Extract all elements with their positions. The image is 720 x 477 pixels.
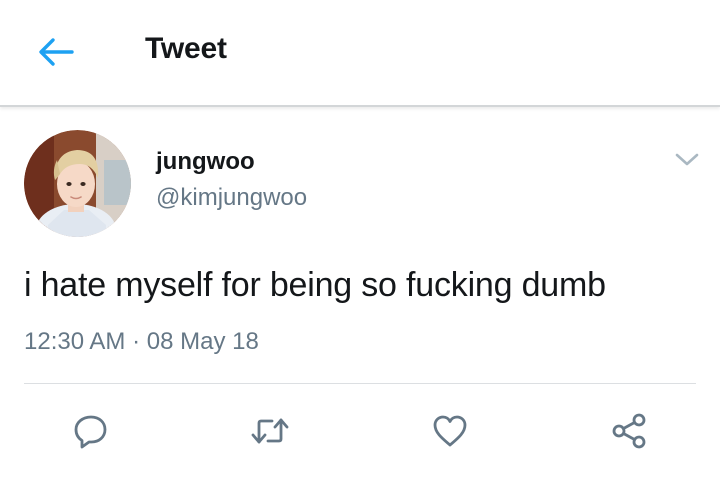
- share-icon: [612, 413, 646, 449]
- reply-icon: [74, 415, 107, 449]
- tweet-time: 12:30 AM: [24, 328, 126, 355]
- chevron-down-icon: [675, 153, 699, 166]
- meta-separator: ·: [132, 328, 141, 355]
- divider: [24, 383, 696, 384]
- top-app-bar: Tweet: [0, 0, 720, 107]
- tweet-text: i hate myself for being so fucking dumb: [24, 266, 606, 304]
- share-button[interactable]: [608, 410, 650, 452]
- avatar[interactable]: [24, 130, 131, 237]
- tweet-date: 08 May 18: [146, 328, 259, 355]
- reply-button[interactable]: [70, 410, 112, 452]
- like-button[interactable]: [429, 410, 471, 452]
- retweet-button[interactable]: [249, 410, 291, 452]
- back-button[interactable]: [36, 32, 76, 72]
- tweet-timestamp: 12:30 AM · 08 May 18: [24, 328, 259, 356]
- tweet-detail-screen: Tweet jungwoo @kimjungwoo i hate myself …: [0, 0, 720, 477]
- tweet-menu-button[interactable]: [672, 148, 702, 172]
- retweet-icon: [251, 418, 289, 444]
- page-title: Tweet: [145, 32, 227, 65]
- avatar-photo: [24, 130, 131, 237]
- display-name[interactable]: jungwoo: [156, 148, 255, 176]
- heart-icon: [433, 415, 467, 447]
- user-handle[interactable]: @kimjungwoo: [156, 184, 307, 212]
- arrow-left-icon: [39, 38, 74, 66]
